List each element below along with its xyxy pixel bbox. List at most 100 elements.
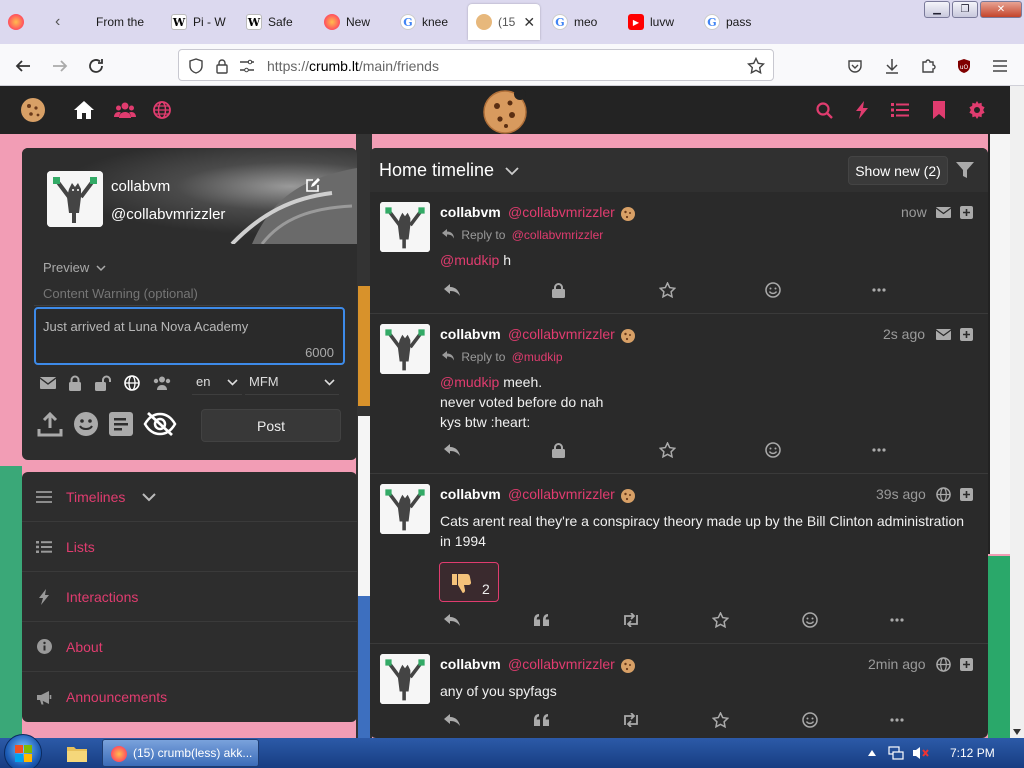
tab-google-meo[interactable]: G meo <box>552 4 608 40</box>
federated-button[interactable] <box>150 98 174 122</box>
tab-google-knee[interactable]: G knee <box>400 4 460 40</box>
eye-slash-icon[interactable] <box>143 411 177 437</box>
tab-wikipedia-safe[interactable]: W Safe <box>246 4 306 40</box>
taskbar-clock[interactable]: 7:12 PM <box>950 746 995 760</box>
favourite-button[interactable] <box>657 440 677 460</box>
more-button[interactable] <box>887 710 907 730</box>
show-hidden-icons-icon[interactable] <box>868 750 876 756</box>
globe-icon[interactable] <box>124 375 140 391</box>
more-button[interactable] <box>887 610 907 630</box>
volume-muted-icon[interactable] <box>912 746 930 760</box>
close-window-button[interactable]: ✕ <box>980 1 1022 18</box>
home-button[interactable] <box>72 98 96 122</box>
status-time[interactable]: now <box>901 204 927 220</box>
react-button[interactable] <box>763 440 783 460</box>
scroll-down-arrow-icon[interactable] <box>1013 729 1021 735</box>
ublock-button[interactable]: uO <box>954 56 974 76</box>
bookmark-star-icon[interactable] <box>747 57 765 75</box>
status-author-name[interactable]: collabvm <box>440 656 501 672</box>
content-warning-field[interactable] <box>34 282 340 306</box>
react-button[interactable] <box>800 610 820 630</box>
app-menu-button[interactable] <box>990 56 1010 76</box>
reply-button[interactable] <box>442 280 462 300</box>
reaction-chip[interactable]: 2 <box>439 562 499 602</box>
status-author-name[interactable]: collabvm <box>440 486 501 502</box>
post-textarea[interactable]: Just arrived at Luna Nova Academy 6000 <box>34 307 345 365</box>
tab-firefox-view[interactable] <box>8 4 36 40</box>
status-avatar[interactable] <box>380 484 430 534</box>
status-avatar[interactable] <box>380 202 430 252</box>
status-time[interactable]: 2min ago <box>868 656 926 672</box>
favourite-button[interactable] <box>710 710 730 730</box>
url-bar[interactable]: https://crumb.lt/main/friends <box>178 49 774 81</box>
expand-icon[interactable] <box>960 328 973 341</box>
upload-icon[interactable] <box>37 411 63 437</box>
expand-icon[interactable] <box>960 206 973 219</box>
favourite-button[interactable] <box>710 610 730 630</box>
users-icon[interactable] <box>152 375 172 391</box>
search-button[interactable] <box>812 98 836 122</box>
post-button[interactable]: Post <box>201 409 341 442</box>
react-button[interactable] <box>763 280 783 300</box>
status-author-name[interactable]: collabvm <box>440 326 501 342</box>
status-avatar[interactable] <box>380 324 430 374</box>
show-new-button[interactable]: Show new (2) <box>848 156 948 185</box>
tab-crumb-active[interactable]: (15 ✕ <box>468 4 540 40</box>
avatar[interactable] <box>47 171 103 227</box>
envelope-icon[interactable] <box>40 377 56 389</box>
timeline-title[interactable]: Home timeline <box>379 160 519 181</box>
page-scrollbar[interactable] <box>1010 86 1024 738</box>
nav-item-interactions[interactable]: Interactions <box>22 572 357 622</box>
status-author-handle[interactable]: @collabvmrizzler <box>508 204 615 220</box>
settings-button[interactable] <box>965 98 989 122</box>
nav-item-about[interactable]: About <box>22 622 357 672</box>
lock-icon[interactable] <box>68 375 82 391</box>
language-select[interactable]: en <box>192 369 242 395</box>
pocket-button[interactable] <box>845 56 865 76</box>
friends-button[interactable] <box>113 98 137 122</box>
bookmarks-button[interactable] <box>927 98 951 122</box>
nav-item-timelines[interactable]: Timelines <box>22 472 357 522</box>
downloads-button[interactable] <box>882 56 902 76</box>
site-logo-small[interactable] <box>20 98 46 122</box>
reply-to-handle[interactable]: @collabvmrizzler <box>512 228 604 242</box>
expand-icon[interactable] <box>960 488 973 501</box>
reply-button[interactable] <box>442 710 462 730</box>
quote-button[interactable] <box>531 710 551 730</box>
filter-icon[interactable] <box>956 162 974 178</box>
nav-item-lists[interactable]: Lists <box>22 522 357 572</box>
more-button[interactable] <box>869 280 889 300</box>
reload-button[interactable] <box>86 56 106 76</box>
start-button[interactable] <box>4 734 42 768</box>
user-display-name[interactable]: collabvm <box>111 178 170 195</box>
edit-profile-button[interactable] <box>305 178 320 196</box>
tab-new[interactable]: New <box>324 4 384 40</box>
tab-from-the[interactable]: From the <box>96 4 152 40</box>
extensions-button[interactable] <box>918 56 938 76</box>
status-author-handle[interactable]: @collabvmrizzler <box>508 326 615 342</box>
status-author-handle[interactable]: @collabvmrizzler <box>508 486 615 502</box>
preview-toggle[interactable]: Preview <box>43 260 106 275</box>
boost-locked-button[interactable] <box>548 280 568 300</box>
mention-link[interactable]: @mudkip <box>440 374 499 390</box>
taskbar-firefox-button[interactable]: (15) crumb(less) akk... <box>102 739 259 767</box>
tab-scroll-left-button[interactable]: ‹ <box>55 4 79 40</box>
favourite-button[interactable] <box>657 280 677 300</box>
close-tab-icon[interactable]: ✕ <box>523 14 535 31</box>
mention-link[interactable]: @mudkip <box>440 252 499 268</box>
more-button[interactable] <box>869 440 889 460</box>
nav-item-announcements[interactable]: Announcements <box>22 672 357 722</box>
boost-locked-button[interactable] <box>548 440 568 460</box>
chevron-down-icon[interactable] <box>142 492 156 502</box>
minimize-button[interactable]: ▁ <box>924 1 950 18</box>
site-logo[interactable] <box>482 88 528 134</box>
status-item[interactable]: collabvm @collabvmrizzler Reply to @mudk… <box>370 314 988 474</box>
react-button[interactable] <box>800 710 820 730</box>
expand-icon[interactable] <box>960 658 973 671</box>
tab-youtube[interactable]: ▶ luvw <box>628 4 688 40</box>
back-button[interactable] <box>13 56 33 76</box>
maximize-button[interactable]: ❐ <box>952 1 978 18</box>
status-item[interactable]: collabvm @collabvmrizzler Reply to @coll… <box>370 192 988 314</box>
boost-button[interactable] <box>621 610 641 630</box>
tab-wikipedia-pi[interactable]: W Pi - W <box>171 4 233 40</box>
